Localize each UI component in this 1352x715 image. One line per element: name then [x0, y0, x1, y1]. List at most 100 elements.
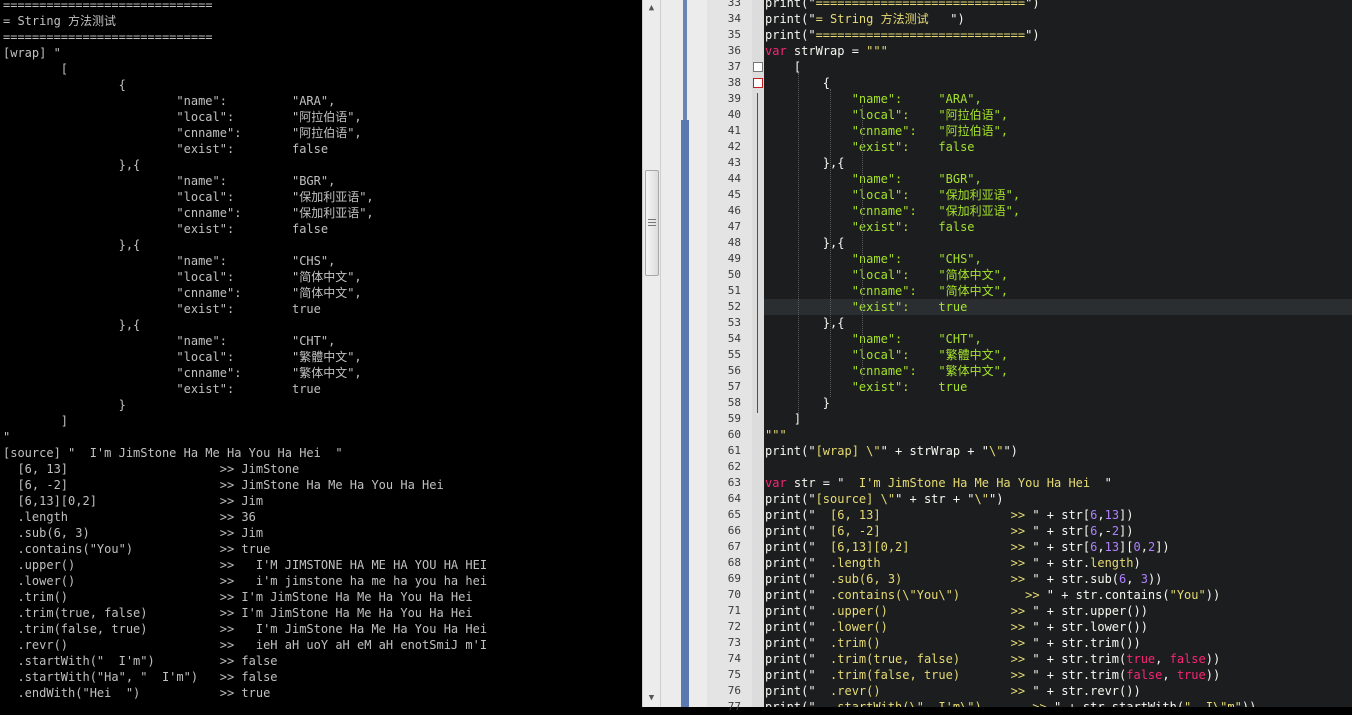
- code-token: "cnname": "简体中文",: [765, 284, 1009, 298]
- code-line[interactable]: print("============================="): [765, 0, 1040, 11]
- code-line[interactable]: print("============================="): [765, 27, 1040, 43]
- scroll-down-arrow-icon[interactable]: ▼: [643, 690, 660, 707]
- editor-scroll-indicator[interactable]: [681, 120, 689, 707]
- code-line[interactable]: print(" .trim(false, true) >> " + str.tr…: [765, 667, 1220, 683]
- line-number: 38: [727, 76, 741, 89]
- indent-guide: [798, 73, 799, 413]
- code-token: .trim(false, true) >>: [815, 668, 1033, 682]
- code-token: "): [950, 12, 965, 26]
- code-line[interactable]: """: [765, 427, 787, 443]
- code-token: " + str.: [1032, 556, 1091, 570]
- code-token: )): [1205, 668, 1221, 682]
- code-token: [wrap] \": [815, 444, 881, 458]
- code-editor[interactable]: print("=============================") pr…: [764, 0, 1352, 707]
- code-token: " + str.trim()): [1032, 636, 1141, 650]
- code-token: " + str[: [1032, 524, 1091, 538]
- console-line: .upper() >> I'M JIMSTONE HA ME HA YOU HA…: [3, 558, 488, 572]
- line-number: 72: [727, 620, 741, 633]
- code-line[interactable]: print(" .length >> " + str.length): [765, 555, 1141, 571]
- code-line[interactable]: print(" .sub(6, 3) >> " + str.sub(6, 3)): [765, 571, 1162, 587]
- fold-range-line: [757, 93, 758, 413]
- code-line[interactable]: [: [765, 59, 801, 75]
- code-line[interactable]: },{: [765, 315, 845, 331]
- line-number: 35: [727, 28, 741, 41]
- code-line[interactable]: var str = " I'm JimStone Ha Me Ha You Ha…: [765, 475, 1112, 491]
- code-token: "cnname": "阿拉伯语",: [765, 124, 1009, 138]
- line-number: 39: [727, 92, 741, 105]
- code-token: "local": "阿拉伯语",: [765, 108, 1009, 122]
- console-line: .trim(false, true) >> I'm JimStone Ha Me…: [3, 622, 488, 636]
- console-line: "cnname": "保加利亚语",: [3, 206, 374, 220]
- line-number: 42: [727, 140, 741, 153]
- console-line: =============================: [3, 0, 213, 12]
- console-line: = String 方法测试: [3, 14, 117, 28]
- code-token: 13: [1104, 540, 1120, 554]
- code-line[interactable]: "local": "简体中文",: [765, 267, 1008, 283]
- scrollbar-thumb[interactable]: [645, 170, 659, 276]
- code-token: "You": [1169, 588, 1206, 602]
- code-line[interactable]: "exist": true: [765, 299, 968, 315]
- code-token: " + str + ": [895, 492, 975, 506]
- line-number: 53: [727, 316, 741, 329]
- code-token: ]): [1119, 524, 1134, 538]
- console-output[interactable]: ============================= = String 方法…: [0, 0, 642, 707]
- code-line[interactable]: print(" .lower() >> " + str.lower()): [765, 619, 1148, 635]
- code-line[interactable]: "cnname": "繁体中文",: [765, 363, 1008, 379]
- console-line: {: [3, 78, 126, 92]
- code-line[interactable]: var strWrap = """: [765, 43, 888, 59]
- code-line[interactable]: print(" .startWith(\" I'm\") >> " + str.…: [765, 699, 1256, 707]
- code-line[interactable]: print("[source] \"" + str + "\""): [765, 491, 1003, 507]
- code-token: " + str[: [1032, 508, 1091, 522]
- code-token: print(": [765, 556, 816, 570]
- console-line: "name": "CHT",: [3, 334, 336, 348]
- console-line: "local": "保加利亚语",: [3, 190, 374, 204]
- code-line[interactable]: print(" .trim(true, false) >> " + str.tr…: [765, 651, 1220, 667]
- console-vertical-scrollbar[interactable]: ▲ ▼: [642, 0, 661, 707]
- code-line[interactable]: print("[wrap] \"" + strWrap + "\""): [765, 443, 1018, 459]
- code-token: =============================: [815, 0, 1026, 10]
- code-line[interactable]: "exist": false: [765, 219, 975, 235]
- code-token: print(": [765, 540, 816, 554]
- console-line: ]: [3, 414, 69, 428]
- code-line[interactable]: print(" [6, 13] >> " + str[6,13]): [765, 507, 1134, 523]
- code-line[interactable]: print("= String 方法测试 "): [765, 11, 965, 27]
- code-line[interactable]: "cnname": "保加利亚语",: [765, 203, 1020, 219]
- code-line[interactable]: },{: [765, 155, 845, 171]
- console-line: },{: [3, 318, 141, 332]
- code-token: print(": [765, 684, 816, 698]
- line-number: 64: [727, 492, 741, 505]
- fold-margin[interactable]: [752, 0, 764, 707]
- code-line[interactable]: print(" .trim() >> " + str.trim()): [765, 635, 1141, 651]
- console-line: "local": "繁體中文",: [3, 350, 362, 364]
- code-line[interactable]: "cnname": "简体中文",: [765, 283, 1008, 299]
- code-line[interactable]: print(" .contains(\"You\") >> " + str.co…: [765, 587, 1220, 603]
- code-line[interactable]: "exist": false: [765, 139, 975, 155]
- code-line[interactable]: "local": "保加利亚语",: [765, 187, 1020, 203]
- code-line[interactable]: },{: [765, 235, 845, 251]
- scroll-up-arrow-icon[interactable]: ▲: [643, 0, 660, 17]
- code-token: [6,13][0,2] >>: [815, 540, 1033, 554]
- code-token: .sub(6, 3) >>: [815, 572, 1033, 586]
- fold-toggle-icon[interactable]: [753, 78, 763, 88]
- code-token: "exist": false: [765, 220, 975, 234]
- line-number: 34: [727, 12, 741, 25]
- code-line[interactable]: "exist": true: [765, 379, 968, 395]
- code-line[interactable]: print(" [6, -2] >> " + str[6,-2]): [765, 523, 1134, 539]
- code-line[interactable]: print(" [6,13][0,2] >> " + str[6,13][0,2…: [765, 539, 1170, 555]
- line-number: 49: [727, 252, 741, 265]
- code-token: true: [1126, 652, 1156, 666]
- console-line: },{: [3, 158, 141, 172]
- code-token: )): [1241, 700, 1257, 707]
- code-line[interactable]: "local": "繁體中文",: [765, 347, 1008, 363]
- code-line[interactable]: print(" .revr() >> " + str.revr()): [765, 683, 1141, 699]
- code-line[interactable]: "local": "阿拉伯语",: [765, 107, 1008, 123]
- code-token: ]: [765, 412, 802, 426]
- code-line[interactable]: ]: [765, 411, 801, 427]
- console-line: "cnname": "简体中文",: [3, 286, 362, 300]
- code-token: true: [1176, 668, 1206, 682]
- code-line[interactable]: "cnname": "阿拉伯语",: [765, 123, 1008, 139]
- code-line[interactable]: print(" .upper() >> " + str.upper()): [765, 603, 1148, 619]
- fold-toggle-icon[interactable]: [753, 62, 763, 72]
- console-line: },{: [3, 238, 141, 252]
- console-line: "local": "阿拉伯语",: [3, 110, 362, 124]
